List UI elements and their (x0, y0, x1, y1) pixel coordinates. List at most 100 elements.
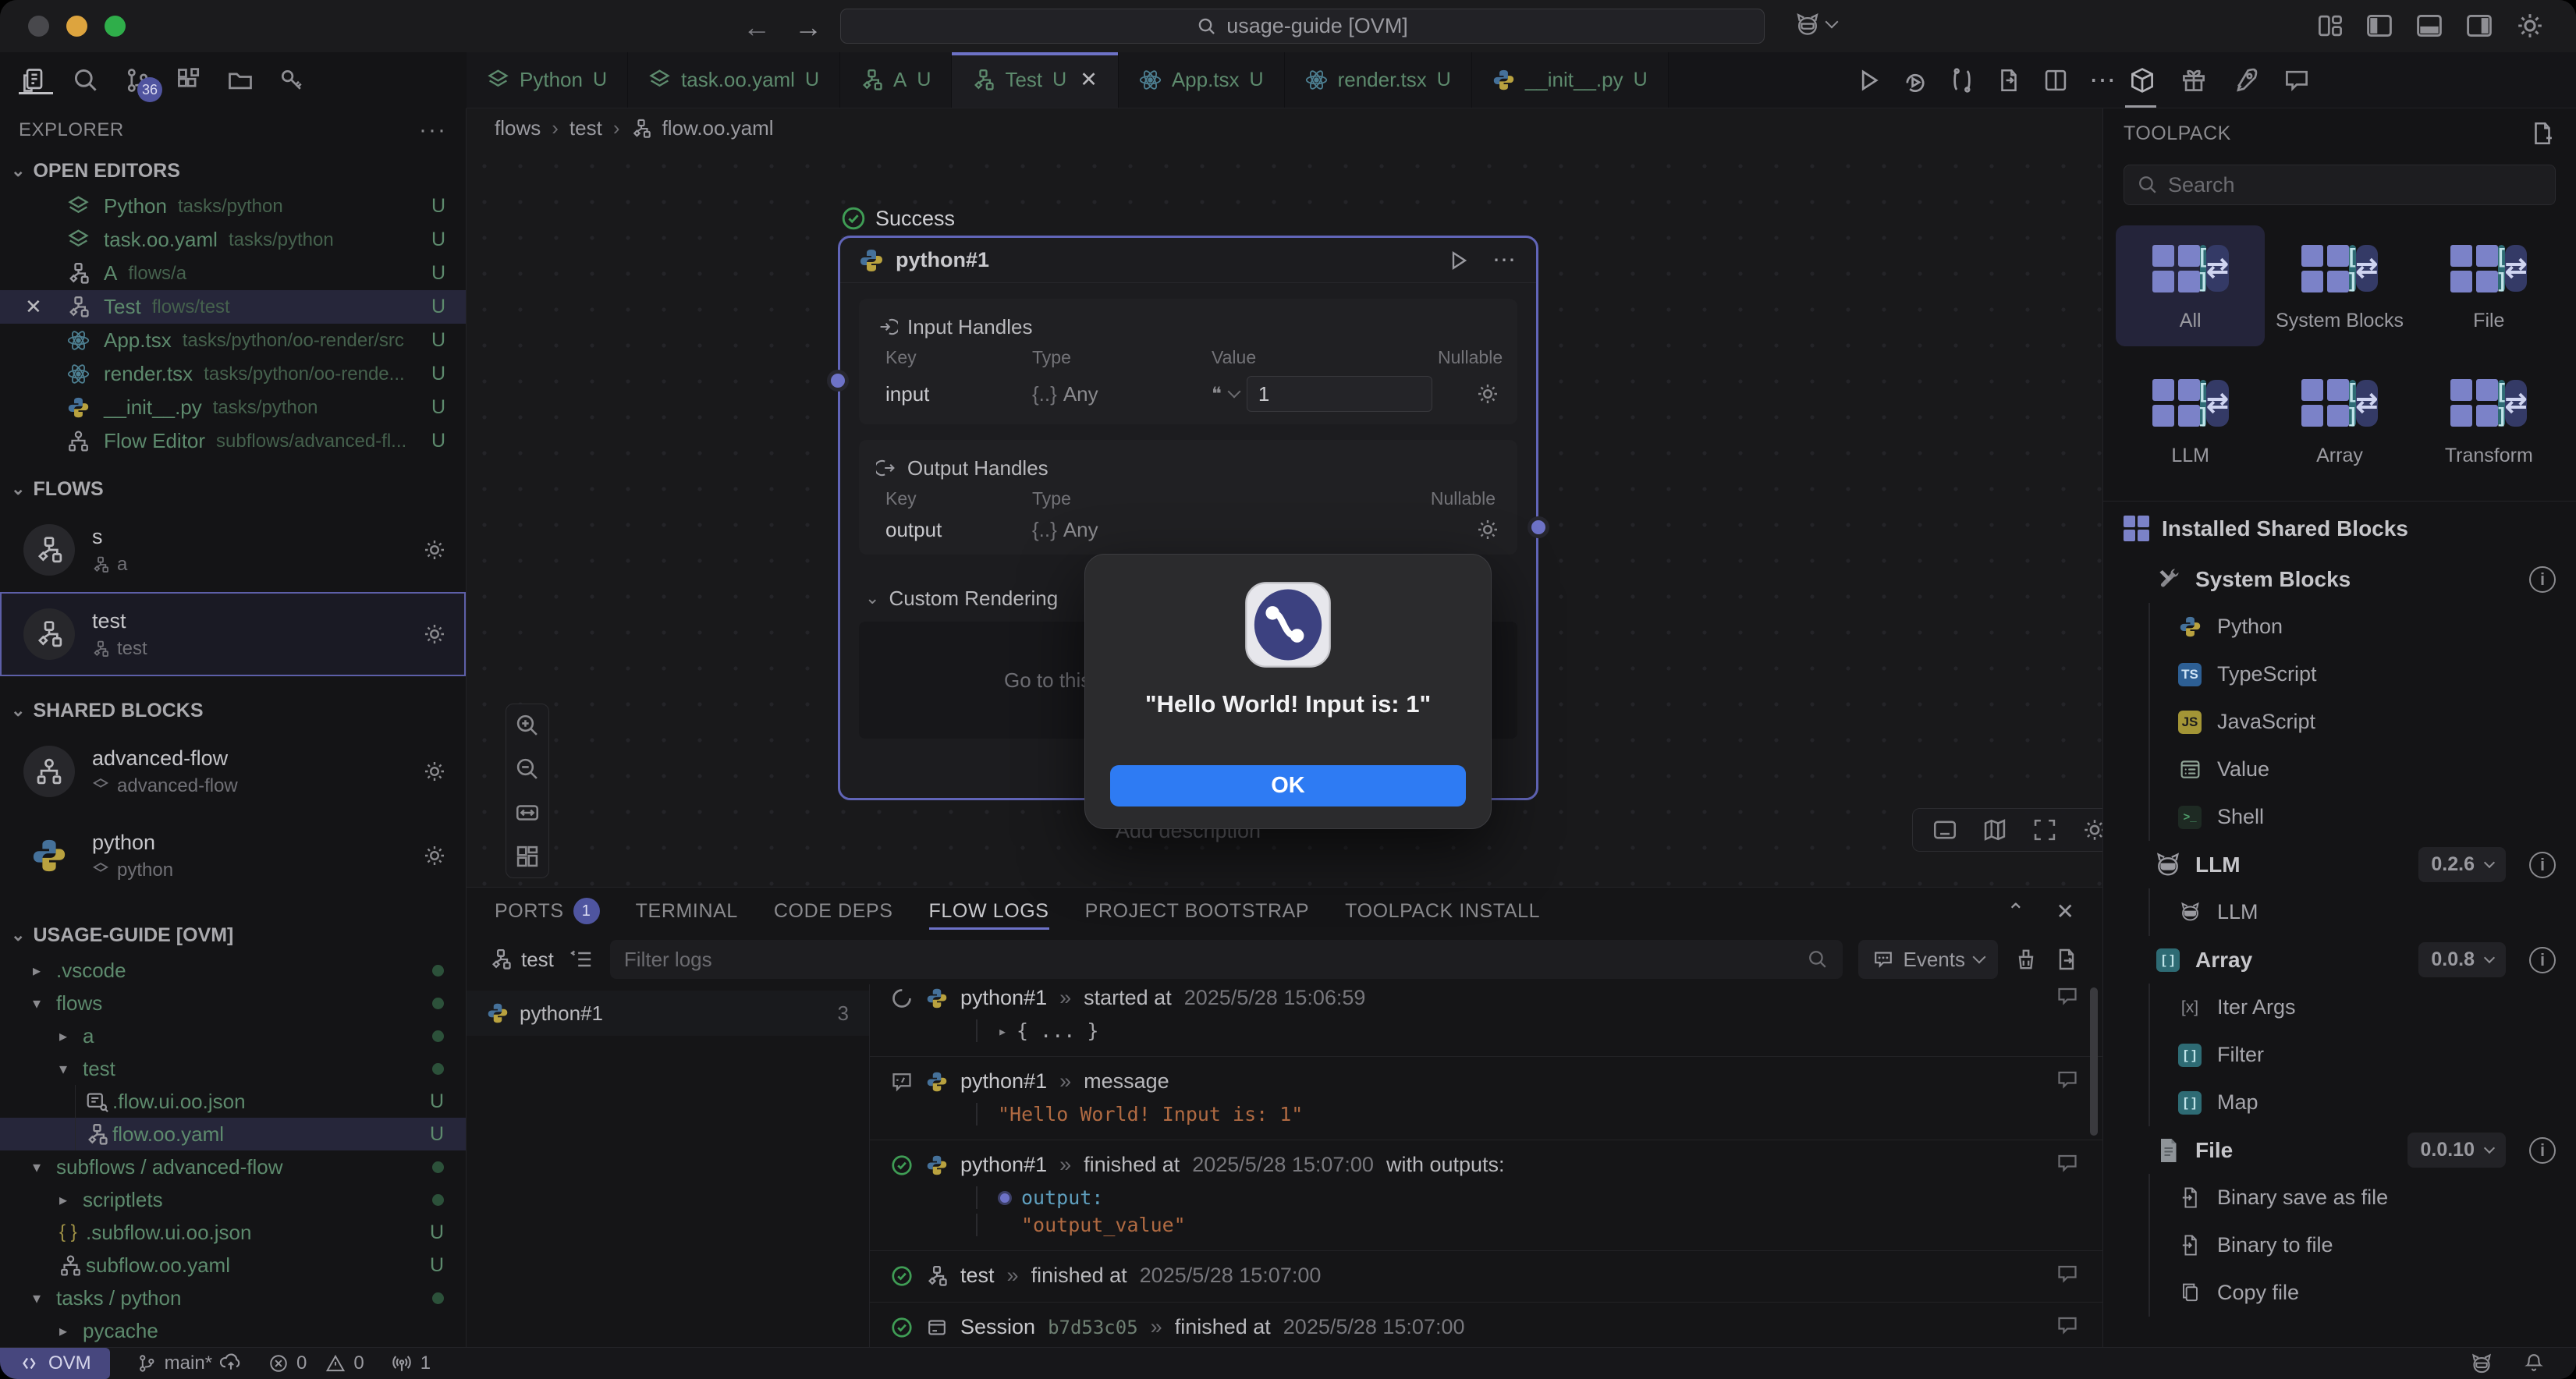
open-editor-item[interactable]: ✕ App.tsx tasks/python/oo-render/src U (0, 324, 466, 357)
panel-tab[interactable]: PORTS 1 (495, 888, 600, 934)
log-node-item[interactable]: python#1 3 (467, 991, 869, 1036)
close-icon[interactable]: ✕ (25, 295, 42, 319)
tree-item[interactable]: ▸ scriptlets (0, 1183, 466, 1216)
new-toolpack-icon[interactable] (2529, 120, 2556, 147)
feedback-panel-icon[interactable] (2283, 52, 2311, 108)
open-editor-item[interactable]: ✕ render.tsx tasks/python/oo-rende... U (0, 357, 466, 391)
installed-block-row[interactable]: TS JS >_ [ ] [x] Value (2103, 746, 2576, 793)
handle-settings-gear-icon[interactable] (1475, 381, 1500, 406)
settings-gear-icon[interactable] (2515, 11, 2545, 41)
close-window-icon[interactable] (28, 16, 49, 37)
fullscreen-icon[interactable] (2031, 817, 2058, 843)
string-mode-icon[interactable]: ❝ (1212, 383, 1222, 406)
expand-icon[interactable]: ▸ (998, 1022, 1007, 1040)
open-editors-header[interactable]: ⌄ OPEN EDITORS (0, 152, 466, 190)
outline-list-icon[interactable] (569, 947, 594, 972)
info-icon[interactable]: i (2529, 947, 2556, 973)
flow-card[interactable]: test test (0, 592, 466, 676)
panel-tab[interactable]: TOOLPACK INSTALL (1345, 888, 1540, 934)
toolpack-category-tile[interactable]: [ ] ⇄ Array (2265, 360, 2414, 481)
open-editor-item[interactable]: ✕ Test flows/test U (0, 290, 466, 324)
open-editor-item[interactable]: ✕ Python tasks/python U (0, 190, 466, 223)
installed-block-row[interactable]: TS JS >_ [ ] [x] Copy file (2103, 1269, 2576, 1317)
value-input[interactable]: 1 (1247, 376, 1432, 412)
shared-block-card[interactable]: advanced-flow advanced-flow (0, 729, 466, 814)
log-entry-finished-node[interactable]: python#1»finished at2025/5/28 15:07:00wi… (870, 1140, 2102, 1251)
editor-tab[interactable]: render.tsx U (1285, 52, 1472, 108)
node-more-icon[interactable]: ⋯ (1492, 246, 1517, 274)
version-dropdown[interactable]: 0.0.8 (2418, 942, 2506, 977)
ports-item[interactable]: 1 (391, 1352, 431, 1374)
tab-close-icon[interactable]: ✕ (1080, 68, 1098, 92)
minimap-icon[interactable] (1982, 817, 2008, 843)
shared-block-card[interactable]: python python (0, 814, 466, 898)
bell-icon[interactable] (2523, 1352, 2545, 1374)
run-node-icon[interactable] (1446, 249, 1470, 272)
installed-block-row[interactable]: TS JS >_ [ ] [x] LLM (2103, 888, 2576, 936)
events-filter-dropdown[interactable]: Events (1858, 940, 1999, 979)
installed-block-row[interactable]: TS JS >_ [ ] [x] JavaScript (2103, 698, 2576, 746)
forward-icon[interactable]: → (794, 11, 822, 44)
more-actions-icon[interactable]: ⋯ (2089, 65, 2117, 96)
customize-layout-icon[interactable] (2317, 12, 2344, 39)
toolpack-category-tile[interactable]: [ ] ⇄ Transform (2415, 360, 2564, 481)
clear-logs-icon[interactable] (2014, 947, 2038, 972)
tree-item[interactable]: ▸ a (0, 1019, 466, 1052)
run-icon[interactable] (1855, 67, 1882, 94)
log-json-preview[interactable]: { ... } (1017, 1019, 1098, 1042)
assistant-menu[interactable] (1794, 11, 1836, 37)
tree-item[interactable]: { } .flow.ui.oo.json U (0, 1085, 466, 1118)
toggle-panel-icon[interactable] (1932, 817, 1958, 843)
cat-icon[interactable] (2470, 1352, 2493, 1375)
key-icon[interactable] (278, 66, 306, 94)
close-panel-icon[interactable]: ✕ (2056, 899, 2074, 924)
workspace-header[interactable]: ⌄ USAGE-GUIDE [OVM] (0, 916, 466, 954)
panel-tab[interactable]: TERMINAL (636, 888, 738, 934)
log-entry-started[interactable]: python#1»started at2025/5/28 15:06:59 ▸{… (870, 984, 2102, 1057)
chevron-down-icon[interactable]: ⌄ (865, 588, 879, 608)
editor-tab[interactable]: task.oo.yaml U (628, 52, 840, 108)
tree-item[interactable]: { } subflow.oo.yaml U (0, 1249, 466, 1282)
installed-block-row[interactable]: TS JS >_ [ ] [x] Array 0.0.8 (2103, 936, 2576, 984)
toolpack-category-tile[interactable]: [ ] ⇄ System Blocks (2265, 225, 2414, 346)
breadcrumb-folder[interactable]: flows (495, 116, 541, 140)
command-center-search[interactable]: usage-guide [OVM] (840, 9, 1765, 44)
zoom-out-icon[interactable] (514, 756, 541, 782)
toolpack-search-input[interactable]: Search (2124, 165, 2556, 205)
breadcrumb-folder[interactable]: test (569, 116, 602, 140)
extensions-icon[interactable] (175, 66, 203, 94)
installed-block-row[interactable]: TS JS >_ [ ] [x] Iter Args (2103, 984, 2576, 1031)
installed-block-row[interactable]: TS JS >_ [ ] [x] LLM 0.2.6 (2103, 841, 2576, 888)
toggle-panel-icon[interactable] (2415, 12, 2443, 40)
breadcrumb-file[interactable]: flow.oo.yaml (662, 116, 774, 140)
installed-block-row[interactable]: TS JS >_ [ ] [x] System Blocks i (2103, 555, 2576, 603)
toolpack-panel-icon[interactable] (2128, 52, 2156, 108)
shared-blocks-header[interactable]: ⌄ SHARED BLOCKS (0, 692, 466, 729)
remote-indicator[interactable]: OVM (0, 1348, 110, 1379)
info-icon[interactable]: i (2529, 1137, 2556, 1164)
settings-gear-icon[interactable] (422, 622, 447, 647)
info-icon[interactable]: i (2529, 566, 2556, 593)
installed-block-row[interactable]: TS JS >_ [ ] [x] Shell (2103, 793, 2576, 841)
search-icon[interactable] (72, 66, 100, 94)
comment-icon[interactable] (2056, 1151, 2079, 1175)
fit-view-icon[interactable] (514, 799, 541, 826)
tree-item[interactable]: { } flow.oo.yaml U (0, 1118, 466, 1150)
panel-tab[interactable]: CODE DEPS (774, 888, 893, 934)
split-editor-icon[interactable] (2042, 67, 2069, 94)
log-scope[interactable]: test (490, 948, 554, 972)
installed-block-row[interactable]: TS JS >_ [ ] [x] Map (2103, 1079, 2576, 1126)
tree-item[interactable]: ▸ pycache (0, 1314, 466, 1347)
installed-block-row[interactable]: TS JS >_ [ ] [x] File 0.0.10 (2103, 1126, 2576, 1174)
node-header[interactable]: python#1 ⋯ (840, 238, 1536, 283)
flows-header[interactable]: ⌄ FLOWS (0, 470, 466, 508)
log-entry-session[interactable]: Sessionb7d53c05»finished at2025/5/28 15:… (870, 1303, 2102, 1348)
comment-icon[interactable] (2056, 1262, 2079, 1285)
editor-tab[interactable]: A U (840, 52, 952, 108)
tree-item[interactable]: ▸ .vscode (0, 954, 466, 987)
export-file-icon[interactable] (1996, 67, 2022, 94)
installed-block-row[interactable]: TS JS >_ [ ] [x] Binary save as file (2103, 1174, 2576, 1221)
ok-button[interactable]: OK (1110, 765, 1466, 806)
log-entry-finished-flow[interactable]: test»finished at2025/5/28 15:07:00 (870, 1251, 2102, 1303)
open-editor-item[interactable]: ✕ task.oo.yaml tasks/python U (0, 223, 466, 257)
